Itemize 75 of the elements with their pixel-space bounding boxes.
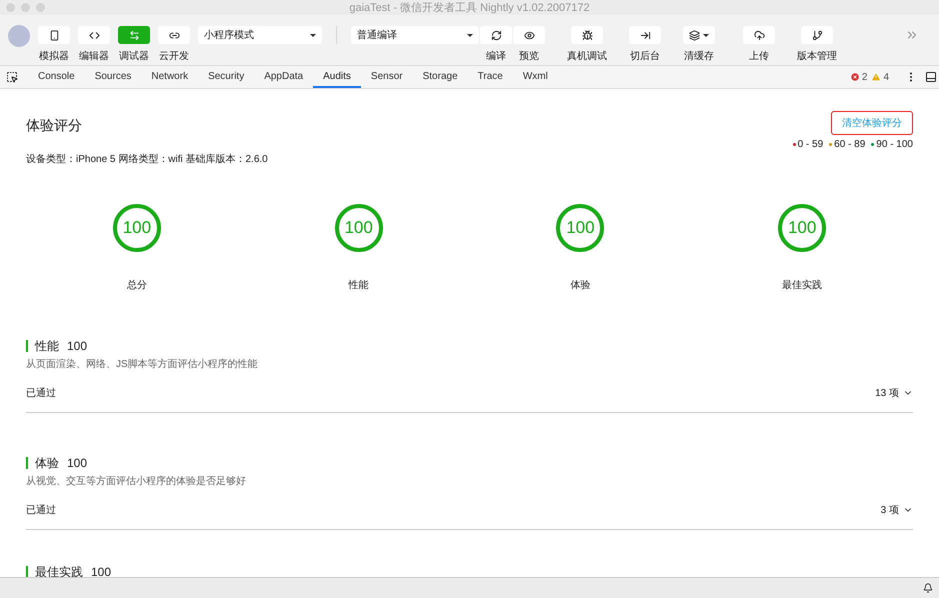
score-gauge: 100 [778, 204, 826, 252]
status-text: 已通过 [26, 386, 56, 400]
dock-icon[interactable] [925, 71, 937, 83]
legend-label: 90 - 100 [876, 139, 913, 150]
devtools-tab[interactable]: Security [198, 66, 254, 88]
toolbar-label: 版本管理 [797, 50, 837, 63]
devtools-tab[interactable]: AppData [254, 66, 314, 88]
eye-icon [524, 30, 534, 40]
score-gauge: 100 [556, 204, 604, 252]
item-count-toggle[interactable]: 3 项 [880, 503, 913, 517]
caret-icon [310, 34, 316, 36]
window-title: gaiaTest - 微信开发者工具 Nightly v1.02.2007172 [349, 1, 590, 15]
toolbar-button[interactable] [743, 26, 775, 44]
caret-icon [467, 34, 473, 36]
toolbar-button[interactable] [158, 26, 190, 44]
error-icon [850, 72, 860, 82]
toolbar-button[interactable] [629, 26, 661, 44]
toolbar-button[interactable] [513, 26, 545, 44]
audit-title: 体验评分 [26, 117, 82, 135]
warning-count: 4 [883, 72, 889, 82]
bug-icon [582, 30, 592, 40]
toolbar-label: 上传 [749, 50, 769, 63]
gauge-label: 最佳实践 [782, 278, 822, 292]
score-gauge: 100 [112, 204, 161, 252]
warning-icon [871, 72, 882, 82]
toolbar-label: 清缓存 [684, 50, 714, 63]
toolbar-label: 真机调试 [567, 50, 607, 63]
devtools-tab[interactable]: Trace [468, 66, 513, 88]
legend-label: 0 - 59 [798, 139, 824, 150]
device-info: 设备类型：iPhone 5 网络类型：wifi 基础库版本：2.6.0 [26, 152, 269, 166]
mode-select[interactable]: 小程序模式 [198, 26, 322, 44]
code-icon [88, 30, 100, 40]
devtools-tab[interactable]: Wxml [512, 66, 558, 88]
phone-icon [48, 30, 60, 40]
gauge-label: 总分 [126, 278, 147, 292]
branch-icon [812, 30, 822, 40]
inspect-icon[interactable] [6, 71, 18, 83]
devtools-tab[interactable]: Storage [412, 66, 468, 88]
legend-label: 60 - 89 [834, 139, 866, 150]
devtools-tab[interactable]: Sources [84, 66, 142, 88]
section-description: 从页面渲染、网络、JS脚本等方面评估小程序的性能 [26, 358, 259, 371]
layers-icon [689, 30, 700, 40]
score-gauge: 100 [334, 204, 383, 252]
status-text: 已通过 [26, 504, 56, 517]
toolbar-label: 切后台 [630, 50, 660, 63]
toolbar-button[interactable] [571, 26, 603, 44]
toolbar-label: 云开发 [159, 50, 189, 63]
refresh-icon [490, 30, 502, 40]
section-heading: 体验 100 [26, 457, 913, 469]
devtools-tab[interactable]: Sensor [360, 66, 413, 88]
item-count-toggle[interactable]: 13 项 [875, 386, 913, 400]
arrow-right-bar-icon [640, 30, 650, 40]
cloud-upload-icon [754, 30, 764, 40]
section-heading: 性能 100 [26, 340, 913, 352]
toolbar-label: 模拟器 [39, 50, 69, 63]
devtools-tab[interactable]: Console [28, 66, 85, 88]
toolbar-button[interactable] [480, 26, 512, 44]
bell-icon[interactable] [923, 583, 933, 593]
gauge-label: 体验 [570, 279, 590, 292]
toolbar-label: 编译 [486, 50, 506, 63]
toolbar-label: 编辑器 [79, 50, 109, 63]
arrows-icon [128, 30, 140, 40]
error-count: 2 [862, 72, 868, 82]
caret-icon [703, 34, 709, 36]
toolbar-label: 调试器 [119, 50, 149, 63]
toolbar-button[interactable] [78, 26, 110, 44]
devtools-tab[interactable]: Network [141, 66, 198, 88]
devtools-tab[interactable]: Audits [313, 66, 361, 88]
toolbar-button[interactable] [801, 26, 833, 44]
toolbar-label: 预览 [519, 50, 539, 63]
compile-select[interactable]: 普通编译 [351, 26, 479, 44]
section-description: 从视觉、交互等方面评估小程序的体验是否足够好 [26, 474, 247, 488]
toolbar-button[interactable] [683, 26, 715, 44]
gauge-label: 性能 [348, 278, 369, 292]
toolbar-button[interactable] [38, 26, 70, 44]
